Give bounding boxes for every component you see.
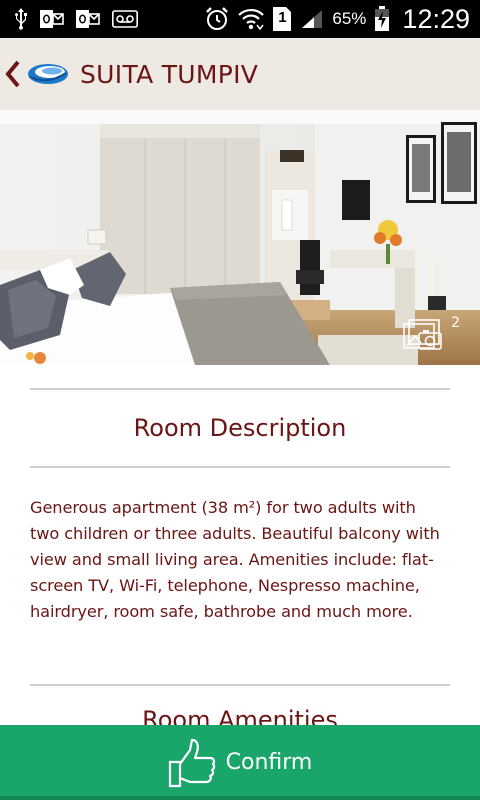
back-button[interactable] <box>2 38 24 110</box>
room-photo[interactable]: 2 <box>0 110 480 365</box>
confirm-label: Confirm <box>225 750 313 775</box>
divider <box>30 466 450 468</box>
battery-percent: 65% <box>332 9 367 28</box>
hotel-logo-icon <box>26 61 70 87</box>
voicemail-icon <box>112 9 138 29</box>
status-bar: 1 65% 12:29 <box>0 0 480 38</box>
room-description-text: Generous apartment (38 m²) for two adult… <box>30 498 440 621</box>
confirm-button[interactable]: Confirm <box>0 725 480 800</box>
alarm-icon <box>204 6 230 32</box>
usb-icon <box>14 8 28 30</box>
chevron-left-icon <box>5 60 20 88</box>
wifi-icon <box>238 7 265 31</box>
page-title: SUITA TUMPIV <box>80 59 259 89</box>
divider <box>30 684 450 686</box>
status-system: 1 65% 12:29 <box>204 4 470 35</box>
clock: 12:29 <box>402 3 470 34</box>
sim-icon: 1 <box>272 6 292 32</box>
outlook-icon <box>76 9 100 29</box>
outlook-icon <box>40 9 64 29</box>
photo-count: 2 <box>451 315 460 331</box>
sim-slot-label: 1 <box>278 9 287 26</box>
confirm-bar-edge <box>0 796 480 800</box>
battery-charging-icon <box>374 6 390 32</box>
photo-gallery-button[interactable]: 2 <box>403 315 460 351</box>
room-details: Room Description Generous apartment (38 … <box>30 388 450 734</box>
section-heading-description: Room Description <box>133 414 347 442</box>
photo-gallery-icon <box>403 319 442 350</box>
app-header: SUITA TUMPIV <box>0 38 480 110</box>
signal-icon <box>300 8 324 30</box>
status-notifications <box>14 8 138 30</box>
thumbs-up-icon <box>168 738 215 787</box>
